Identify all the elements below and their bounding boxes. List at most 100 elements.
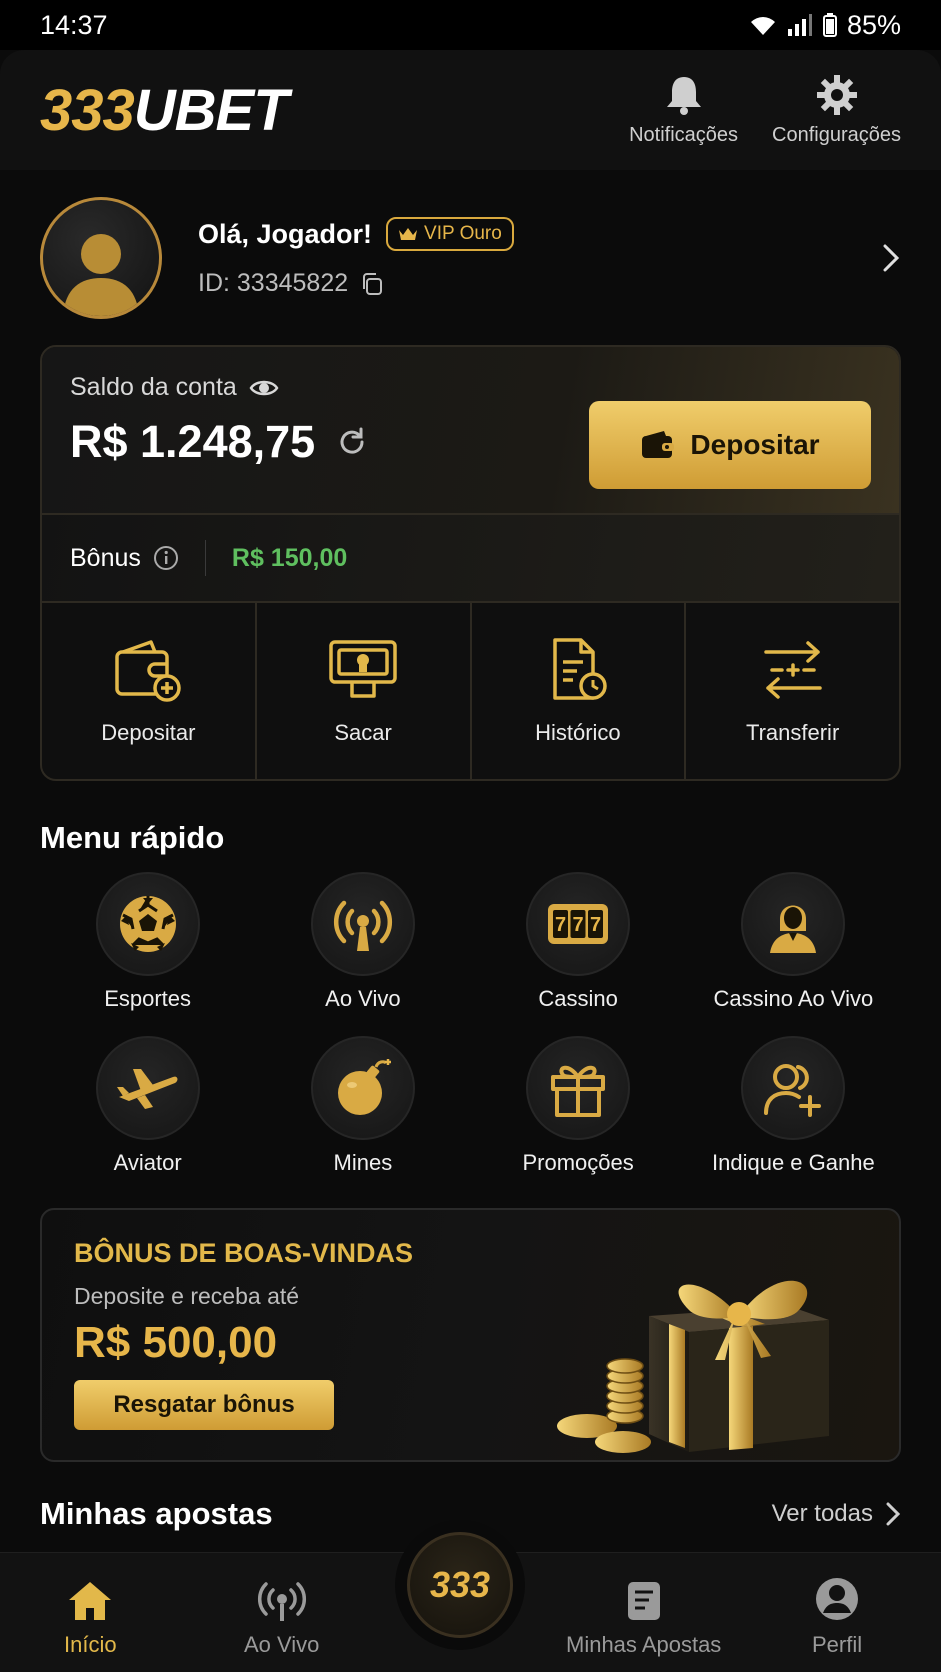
status-bar: 14:37 85% bbox=[0, 0, 941, 50]
status-icons: 85% bbox=[749, 10, 901, 41]
copy-icon[interactable] bbox=[360, 272, 384, 296]
divider bbox=[204, 540, 206, 576]
wallet-action-label: Histórico bbox=[535, 720, 621, 745]
slot-777-icon: 777 bbox=[548, 904, 609, 944]
center-logo: 333 bbox=[407, 1532, 513, 1638]
balance-card: Saldo da conta R$ 1.248,75 Depositar Bôn… bbox=[40, 345, 901, 781]
claim-bonus-button[interactable]: Resgatar bônus bbox=[74, 1380, 334, 1430]
wallet-action-label: Sacar bbox=[334, 720, 392, 745]
eye-icon[interactable] bbox=[249, 377, 279, 399]
greeting: Olá, Jogador! bbox=[198, 218, 373, 249]
nav-profile[interactable]: Perfil bbox=[812, 1576, 862, 1658]
bonus-row: Bônus R$ 150,00 bbox=[42, 513, 899, 601]
quick-menu-label: Cassino Ao Vivo bbox=[713, 986, 874, 1011]
see-all-link[interactable]: Ver todas bbox=[772, 1500, 901, 1528]
wifi-icon bbox=[750, 17, 775, 35]
wallet-action-withdraw[interactable]: Sacar bbox=[257, 603, 472, 779]
logo-text: UBET bbox=[133, 77, 289, 143]
wallet-icon bbox=[642, 431, 675, 458]
nav-my-bets[interactable]: Minhas Apostas bbox=[566, 1580, 721, 1658]
chevron-right-icon bbox=[886, 1502, 901, 1526]
avatar[interactable] bbox=[40, 196, 162, 319]
bell-icon bbox=[666, 76, 701, 115]
deposit-button-label: Depositar bbox=[690, 429, 820, 460]
profile-icon bbox=[816, 1578, 859, 1620]
center-logo-button[interactable]: 333 bbox=[395, 1520, 525, 1650]
nav-my-bets-label: Minhas Apostas bbox=[566, 1632, 722, 1657]
quick-menu-grid: Esportes Ao Vivo 777 Cassino Cassino Ao … bbox=[40, 872, 901, 1176]
gear-icon bbox=[816, 74, 857, 115]
nav-profile-label: Perfil bbox=[812, 1632, 863, 1657]
quick-menu-casino[interactable]: 777 Cassino bbox=[471, 872, 686, 1012]
wallet-action-transfer[interactable]: Transferir bbox=[686, 603, 899, 779]
bomb-icon bbox=[337, 1059, 391, 1115]
home-icon bbox=[69, 1582, 112, 1620]
balance-label: Saldo da conta bbox=[70, 373, 237, 401]
gift-box-illustration bbox=[557, 1280, 829, 1453]
wallet-add-icon bbox=[115, 640, 182, 702]
airplane-icon bbox=[116, 1069, 178, 1109]
bonus-label: Bônus bbox=[70, 543, 141, 572]
battery-level: 85% bbox=[846, 9, 901, 40]
nav-live-label: Ao Vivo bbox=[244, 1632, 320, 1657]
document-clock-icon bbox=[553, 638, 607, 700]
settings-label: Configurações bbox=[772, 123, 901, 146]
svg-text:7: 7 bbox=[590, 914, 601, 936]
bonus-value: R$ 150,00 bbox=[231, 543, 348, 572]
info-icon[interactable] bbox=[153, 545, 179, 571]
bet-slip-icon bbox=[627, 1582, 660, 1620]
profile-row[interactable]: Olá, Jogador! VIP Ouro ID: 33345822 bbox=[40, 195, 901, 320]
app-header: 333 UBET Notificações Configurações bbox=[0, 50, 941, 170]
svg-text:7: 7 bbox=[573, 914, 584, 936]
user-plus-icon bbox=[764, 1064, 822, 1117]
balance-amount: R$ 1.248,75 bbox=[70, 416, 316, 467]
quick-menu-label: Ao Vivo bbox=[325, 986, 401, 1011]
quick-menu-refer[interactable]: Indique e Ganhe bbox=[686, 1036, 901, 1176]
nav-home[interactable]: Início bbox=[64, 1580, 117, 1658]
quick-menu-promotions[interactable]: Promoções bbox=[471, 1036, 686, 1176]
refresh-icon[interactable] bbox=[337, 427, 367, 457]
see-all-label: Ver todas bbox=[771, 1500, 873, 1527]
quick-menu-label: Mines bbox=[333, 1150, 393, 1175]
transfer-arrows-icon bbox=[763, 641, 822, 699]
wallet-actions: Depositar Sacar Histórico Transferir bbox=[42, 601, 899, 779]
dealer-icon bbox=[770, 905, 817, 953]
chevron-right-icon[interactable] bbox=[881, 242, 901, 274]
wallet-action-label: Transferir bbox=[745, 720, 840, 745]
live-antenna-icon bbox=[333, 900, 392, 951]
quick-menu-title: Menu rápido bbox=[40, 820, 225, 855]
gift-icon bbox=[551, 1065, 606, 1117]
user-avatar-icon bbox=[63, 233, 139, 316]
soccer-ball-icon bbox=[119, 896, 176, 952]
wallet-action-history[interactable]: Histórico bbox=[472, 603, 687, 779]
quick-menu-live-casino[interactable]: Cassino Ao Vivo bbox=[686, 872, 901, 1012]
nav-home-label: Início bbox=[64, 1632, 117, 1657]
quick-menu-label: Cassino bbox=[538, 986, 618, 1011]
quick-menu-label: Promoções bbox=[522, 1150, 634, 1175]
wallet-action-label: Depositar bbox=[101, 720, 196, 745]
status-time: 14:37 bbox=[40, 9, 108, 40]
app-logo[interactable]: 333 UBET bbox=[40, 77, 289, 144]
signal-icon bbox=[787, 14, 812, 36]
player-id: ID: 33345822 bbox=[198, 269, 349, 297]
vip-badge: VIP Ouro bbox=[386, 217, 514, 251]
notifications-button[interactable]: Notificações bbox=[629, 74, 738, 147]
battery-icon bbox=[822, 13, 837, 37]
vip-badge-label: VIP Ouro bbox=[424, 223, 502, 244]
quick-menu-live[interactable]: Ao Vivo bbox=[255, 872, 470, 1012]
live-antenna-icon bbox=[257, 1582, 306, 1621]
quick-menu-mines[interactable]: Mines bbox=[255, 1036, 470, 1176]
settings-button[interactable]: Configurações bbox=[772, 74, 901, 147]
quick-menu-aviator[interactable]: Aviator bbox=[40, 1036, 255, 1176]
quick-menu-label: Aviator bbox=[113, 1150, 182, 1175]
wallet-action-deposit[interactable]: Depositar bbox=[42, 603, 257, 779]
nav-live[interactable]: Ao Vivo bbox=[244, 1580, 319, 1658]
svg-text:7: 7 bbox=[555, 914, 566, 936]
crown-icon bbox=[399, 228, 418, 240]
my-bets-title: Minhas apostas bbox=[40, 1496, 273, 1531]
welcome-bonus-banner[interactable]: BÔNUS DE BOAS-VINDAS Deposite e receba a… bbox=[40, 1208, 901, 1462]
quick-menu-sports[interactable]: Esportes bbox=[40, 872, 255, 1012]
deposit-button[interactable]: Depositar bbox=[589, 401, 871, 489]
logo-number: 333 bbox=[40, 77, 135, 143]
quick-menu-label: Esportes bbox=[104, 986, 192, 1011]
